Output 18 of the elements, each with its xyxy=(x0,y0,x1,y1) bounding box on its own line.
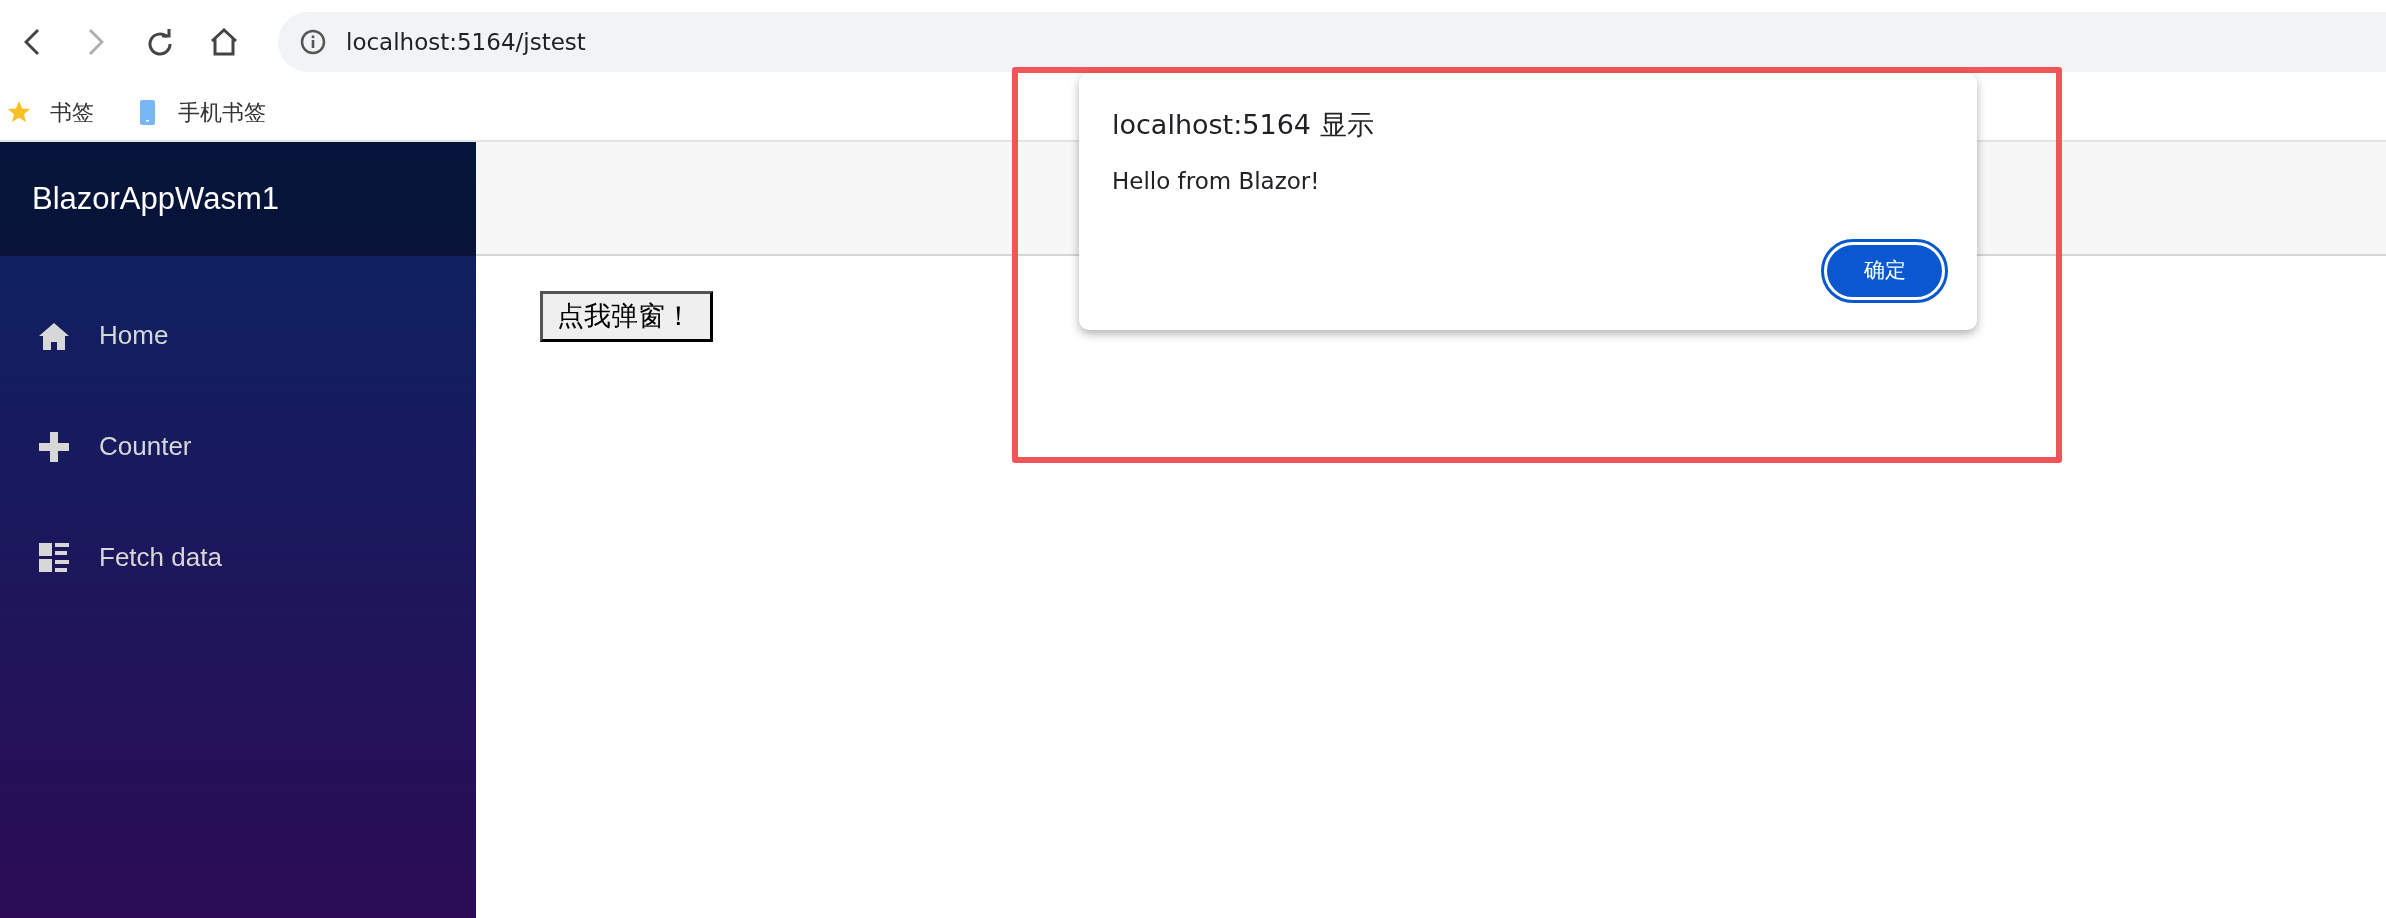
bookmark-item[interactable]: 手机书签 xyxy=(134,95,266,129)
plus-icon xyxy=(38,430,70,463)
nav-link[interactable]: Counter xyxy=(0,391,476,502)
home-icon xyxy=(210,28,238,56)
ok-button[interactable]: 确定 xyxy=(1824,242,1945,300)
popup-button[interactable]: 点我弹窗！ xyxy=(540,291,713,342)
dialog-message: Hello from Blazor! xyxy=(1112,166,1321,196)
nav-link[interactable]: Home xyxy=(0,280,476,391)
back-icon xyxy=(24,28,40,56)
list-icon xyxy=(38,541,70,574)
bookmark-item[interactable]: 书签 xyxy=(6,95,94,129)
forward-icon xyxy=(88,28,104,56)
info-icon[interactable] xyxy=(300,29,326,55)
reload-icon xyxy=(148,27,172,57)
dialog-title: localhost:5164 显示 xyxy=(1112,108,1375,142)
brand-link[interactable]: BlazorAppWasm1 xyxy=(32,175,279,223)
address-bar[interactable]: localhost:5164/jstest xyxy=(278,12,2386,72)
nav-link[interactable]: Fetch data xyxy=(0,502,476,613)
